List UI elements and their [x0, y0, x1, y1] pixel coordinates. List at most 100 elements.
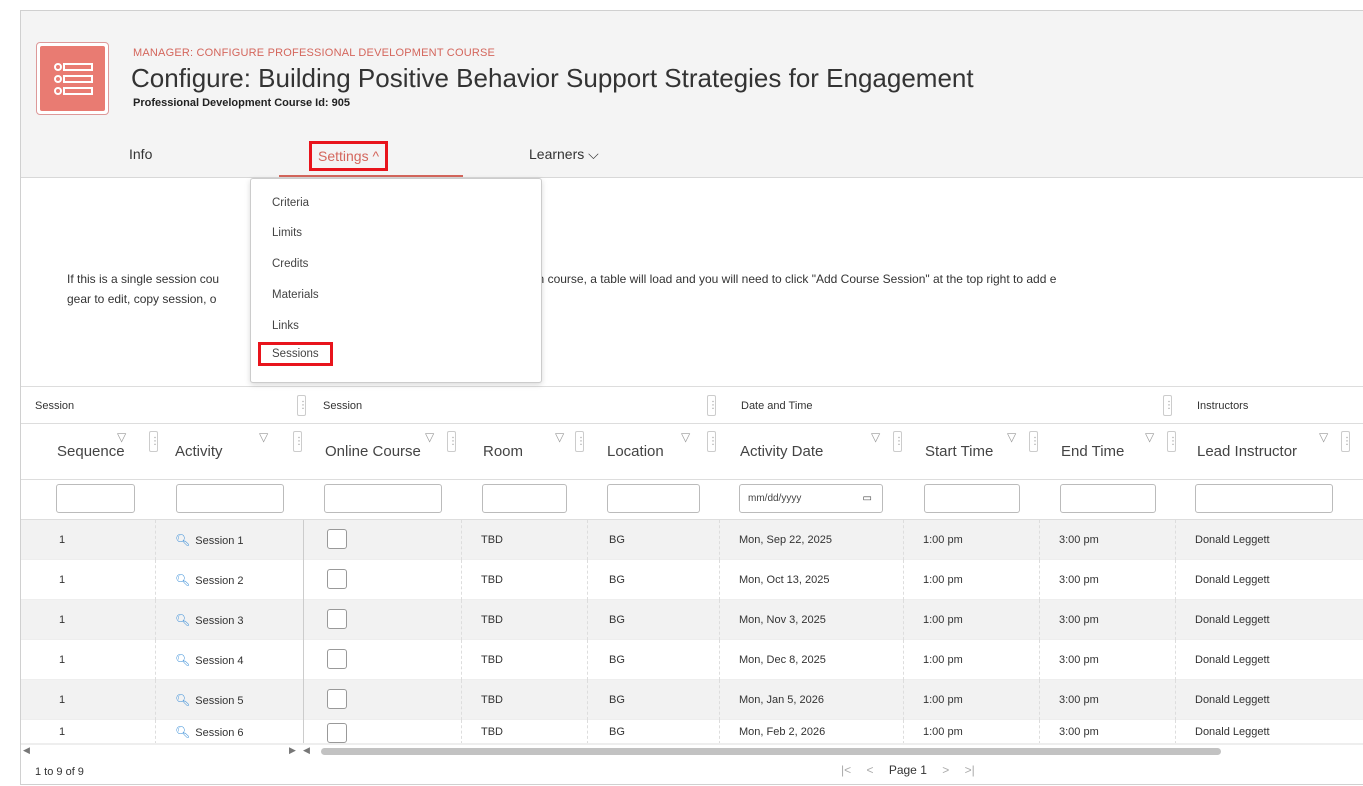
table-row[interactable]: 1 🔍︎ Session 5 TBD BG Mon, Jan 5, 2026 1:… — [21, 680, 1363, 720]
cell-activity[interactable]: 🔍︎ Session 4 — [175, 640, 244, 680]
filter-end-time-input[interactable] — [1060, 484, 1156, 513]
online-course-checkbox[interactable] — [327, 649, 347, 669]
scroll-left-icon[interactable]: ◀ — [303, 745, 310, 756]
online-course-checkbox[interactable] — [327, 569, 347, 589]
scrollbar-thumb[interactable] — [321, 748, 1221, 755]
cell-sequence: 1 — [59, 694, 66, 706]
menu-item-materials[interactable]: Materials — [272, 289, 319, 301]
table-row[interactable]: 1 🔍︎ Session 2 TBD BG Mon, Oct 13, 2025 1… — [21, 560, 1363, 600]
column-menu-icon[interactable]: ⋮ — [293, 431, 304, 452]
filter-icon[interactable]: ▽ — [425, 430, 434, 444]
table-row[interactable]: 1 🔍︎ Session 3 TBD BG Mon, Nov 3, 2025 1:… — [21, 600, 1363, 640]
column-menu-icon[interactable]: ⋮ — [575, 431, 586, 452]
filter-icon[interactable]: ▽ — [117, 430, 126, 444]
filter-icon[interactable]: ▽ — [681, 430, 690, 444]
filter-online-course-input[interactable] — [324, 484, 442, 513]
filter-room-input[interactable] — [482, 484, 567, 513]
menu-item-criteria[interactable]: Criteria — [272, 197, 309, 209]
last-page-button[interactable]: >| — [965, 763, 975, 777]
menu-item-links[interactable]: Links — [272, 320, 299, 332]
header-start-time[interactable]: Start Time ▽ ⋮ — [911, 424, 1041, 480]
header-activity-date[interactable]: Activity Date ▽ ⋮ — [726, 424, 906, 480]
filter-icon[interactable]: ▽ — [1319, 430, 1328, 444]
cell-room: TBD — [481, 574, 503, 586]
header-activity[interactable]: Activity ▽ ⋮ — [161, 424, 304, 480]
header-lead-instructor[interactable]: Lead Instructor ▽ ⋮ — [1183, 424, 1363, 480]
tab-settings[interactable]: Settings ^ — [309, 141, 389, 171]
scroll-right-icon[interactable]: ▶ — [289, 745, 296, 756]
menu-item-credits[interactable]: Credits — [272, 258, 308, 270]
column-menu-icon[interactable]: ⋮ — [447, 431, 458, 452]
filter-lead-instructor-input[interactable] — [1195, 484, 1333, 513]
filter-date-input[interactable]: mm/dd/yyyy ▭ — [739, 484, 883, 513]
cell-location: BG — [609, 574, 625, 586]
first-page-button[interactable]: |< — [841, 763, 851, 777]
cell-start-time: 1:00 pm — [923, 574, 963, 586]
online-course-checkbox[interactable] — [327, 723, 347, 743]
column-menu-icon[interactable]: ⋮ — [297, 395, 308, 416]
tab-learners[interactable]: Learners ⌵ — [529, 146, 599, 163]
calendar-icon[interactable]: ▭ — [863, 485, 872, 512]
table-row[interactable]: 1 🔍︎ Session 1 TBD BG Mon, Sep 22, 2025 1… — [21, 520, 1363, 560]
page-title: Configure: Building Positive Behavior Su… — [131, 63, 974, 93]
filter-icon[interactable]: ▽ — [871, 430, 880, 444]
column-menu-icon[interactable]: ⋮ — [707, 395, 718, 416]
header-online-course[interactable]: Online Course ▽ ⋮ — [311, 424, 461, 480]
scroll-left-icon[interactable]: ◀ — [23, 745, 30, 756]
header-location[interactable]: Location ▽ ⋮ — [593, 424, 723, 480]
cell-sequence: 1 — [59, 654, 66, 666]
search-icon[interactable]: 🔍︎ — [175, 533, 190, 547]
filter-start-time-input[interactable] — [924, 484, 1020, 513]
header-room[interactable]: Room ▽ ⋮ — [469, 424, 589, 480]
cell-lead-instructor: Donald Leggett — [1195, 654, 1270, 666]
column-menu-icon[interactable]: ⋮ — [1163, 395, 1174, 416]
cell-room: TBD — [481, 534, 503, 546]
filter-icon[interactable]: ▽ — [259, 430, 268, 444]
column-menu-icon[interactable]: ⋮ — [149, 431, 160, 452]
column-header-row: Sequence ▽ ⋮ Activity ▽ ⋮ Online Course … — [21, 424, 1363, 480]
column-menu-icon[interactable]: ⋮ — [1341, 431, 1352, 452]
prev-page-button[interactable]: < — [866, 763, 873, 777]
online-course-checkbox[interactable] — [327, 609, 347, 629]
filter-sequence-input[interactable] — [56, 484, 135, 513]
table-row[interactable]: 1 🔍︎ Session 4 TBD BG Mon, Dec 8, 2025 1:… — [21, 640, 1363, 680]
course-id: Professional Development Course Id: 905 — [133, 97, 351, 109]
date-placeholder: mm/dd/yyyy — [748, 493, 802, 504]
cell-activity[interactable]: 🔍︎ Session 1 — [175, 520, 244, 560]
menu-item-limits[interactable]: Limits — [272, 227, 302, 239]
filter-activity-input[interactable] — [176, 484, 284, 513]
online-course-checkbox[interactable] — [327, 689, 347, 709]
cell-activity[interactable]: 🔍︎ Session 2 — [175, 560, 244, 600]
online-course-checkbox[interactable] — [327, 529, 347, 549]
cell-start-time: 1:00 pm — [923, 726, 963, 738]
cell-activity[interactable]: 🔍︎ Session 6 — [175, 720, 244, 743]
tab-info[interactable]: Info — [129, 146, 152, 162]
search-icon[interactable]: 🔍︎ — [175, 653, 190, 667]
cell-end-time: 3:00 pm — [1059, 534, 1099, 546]
search-icon[interactable]: 🔍︎ — [175, 573, 190, 587]
menu-item-sessions[interactable]: Sessions — [258, 342, 333, 366]
active-tab-indicator — [279, 175, 463, 177]
filter-location-input[interactable] — [607, 484, 700, 513]
cell-start-time: 1:00 pm — [923, 614, 963, 626]
column-menu-icon[interactable]: ⋮ — [1029, 431, 1040, 452]
search-icon[interactable]: 🔍︎ — [175, 725, 190, 739]
table-row[interactable]: 1 🔍︎ Session 6 TBD BG Mon, Feb 2, 2026 1:… — [21, 720, 1363, 744]
column-menu-icon[interactable]: ⋮ — [1167, 431, 1178, 452]
cell-end-time: 3:00 pm — [1059, 574, 1099, 586]
search-icon[interactable]: 🔍︎ — [175, 613, 190, 627]
cell-activity[interactable]: 🔍︎ Session 3 — [175, 600, 244, 640]
pagination: |< < Page 1 > >| — [841, 763, 975, 777]
search-icon[interactable]: 🔍︎ — [175, 693, 190, 707]
column-menu-icon[interactable]: ⋮ — [893, 431, 904, 452]
cell-activity[interactable]: 🔍︎ Session 5 — [175, 680, 244, 720]
filter-icon[interactable]: ▽ — [555, 430, 564, 444]
filter-icon[interactable]: ▽ — [1007, 430, 1016, 444]
next-page-button[interactable]: > — [942, 763, 949, 777]
cell-room: TBD — [481, 726, 503, 738]
header-sequence[interactable]: Sequence ▽ ⋮ — [43, 424, 163, 480]
filter-icon[interactable]: ▽ — [1145, 430, 1154, 444]
header-end-time[interactable]: End Time ▽ ⋮ — [1047, 424, 1178, 480]
column-menu-icon[interactable]: ⋮ — [707, 431, 718, 452]
horizontal-scrollbar[interactable]: ◀ ▶ ◀ — [21, 744, 1363, 756]
